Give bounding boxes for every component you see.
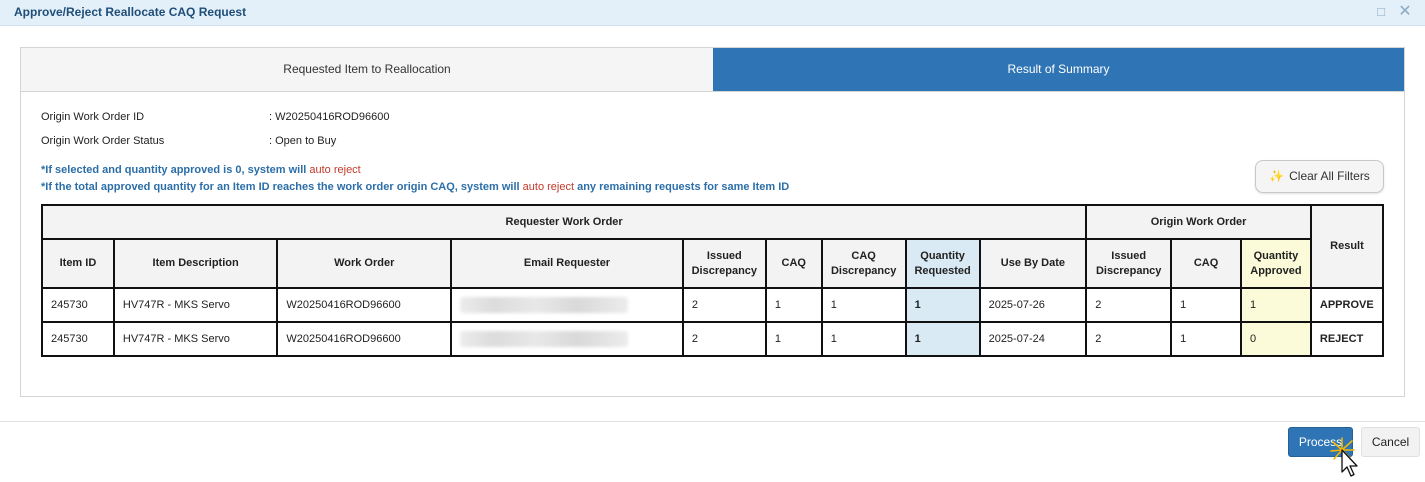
cell-caq-discrepancy: 1 bbox=[820, 321, 907, 357]
table-row: 245730 HV747R - MKS Servo W20250416ROD96… bbox=[41, 321, 1385, 357]
col-caq-discrepancy: CAQ Discrepancy bbox=[820, 238, 907, 289]
note1-text: *If selected and quantity approved is 0,… bbox=[41, 164, 310, 176]
dialog-titlebar: Approve/Reject Reallocate CAQ Request □ … bbox=[0, 0, 1425, 26]
col-use-by-date: Use By Date bbox=[978, 238, 1088, 289]
cell-email-requester bbox=[450, 321, 684, 357]
result-header: Result bbox=[1309, 204, 1385, 289]
cell-item-id: 245730 bbox=[41, 321, 115, 357]
clear-all-filters-label: Clear All Filters bbox=[1289, 169, 1370, 183]
origin-work-order-header: Origin Work Order bbox=[1085, 204, 1312, 240]
tab-result-summary[interactable]: Result of Summary bbox=[713, 48, 1404, 91]
col-quantity-requested: Quantity Requested bbox=[904, 238, 981, 289]
redacted-email bbox=[460, 297, 629, 313]
col-issued-discrepancy: Issued Discrepancy bbox=[681, 238, 767, 289]
origin-work-order-status-value: : Open to Buy bbox=[269, 135, 337, 147]
clear-all-filters-button[interactable]: ✨ Clear All Filters bbox=[1255, 160, 1384, 193]
cell-email-requester bbox=[450, 287, 684, 323]
reallocation-table: Requester Work Order Origin Work Order R… bbox=[40, 204, 1385, 357]
requester-work-order-header: Requester Work Order bbox=[40, 204, 1088, 240]
cell-result: APPROVE bbox=[1309, 287, 1385, 323]
note2-text: *If the total approved quantity for an I… bbox=[41, 181, 523, 193]
cell-quantity-requested: 1 bbox=[904, 321, 981, 357]
col-work-order: Work Order bbox=[276, 238, 453, 289]
cell-work-order: W20250416ROD96600 bbox=[276, 287, 453, 323]
cell-item-id: 245730 bbox=[41, 287, 115, 323]
cell-origin-issued-discrepancy: 2 bbox=[1085, 287, 1173, 323]
cell-caq: 1 bbox=[764, 287, 823, 323]
cell-quantity-approved[interactable]: 0 bbox=[1239, 321, 1312, 357]
cell-result: REJECT bbox=[1309, 321, 1385, 357]
cell-issued-discrepancy: 2 bbox=[681, 287, 767, 323]
dialog-title: Approve/Reject Reallocate CAQ Request bbox=[14, 5, 247, 19]
col-origin-caq: CAQ bbox=[1170, 238, 1242, 289]
cell-origin-caq: 1 bbox=[1170, 287, 1242, 323]
cell-item-description: HV747R - MKS Servo bbox=[112, 287, 279, 323]
col-origin-issued-discrepancy: Issued Discrepancy bbox=[1085, 238, 1173, 289]
col-item-description: Item Description bbox=[112, 238, 279, 289]
table-row: 245730 HV747R - MKS Servo W20250416ROD96… bbox=[41, 287, 1385, 323]
cell-quantity-requested: 1 bbox=[904, 287, 981, 323]
cell-origin-issued-discrepancy: 2 bbox=[1085, 321, 1173, 357]
redacted-email bbox=[460, 331, 629, 347]
close-icon[interactable]: ✕ bbox=[1396, 3, 1414, 21]
cell-item-description: HV747R - MKS Servo bbox=[112, 321, 279, 357]
cell-work-order: W20250416ROD96600 bbox=[276, 321, 453, 357]
reallocation-panel: Requested Item to Reallocation Result of… bbox=[20, 47, 1405, 397]
origin-work-order-status-label: Origin Work Order Status bbox=[41, 135, 165, 147]
note2-auto-reject: auto reject bbox=[522, 181, 575, 193]
cell-quantity-approved[interactable]: 1 bbox=[1239, 287, 1312, 323]
col-item-id: Item ID bbox=[41, 238, 115, 289]
maximize-icon[interactable]: □ bbox=[1372, 3, 1390, 21]
cell-caq-discrepancy: 1 bbox=[820, 287, 907, 323]
cell-issued-discrepancy: 2 bbox=[681, 321, 767, 357]
tab-requested-item[interactable]: Requested Item to Reallocation bbox=[21, 48, 713, 91]
cell-use-by-date: 2025-07-24 bbox=[978, 321, 1088, 357]
footer-divider bbox=[0, 421, 1425, 422]
origin-work-order-id-label: Origin Work Order ID bbox=[41, 111, 145, 123]
mouse-cursor-icon bbox=[1330, 437, 1358, 477]
note1-auto-reject: auto reject bbox=[309, 164, 361, 176]
cell-use-by-date: 2025-07-26 bbox=[978, 287, 1088, 323]
auto-reject-note-2: *If the total approved quantity for an I… bbox=[41, 181, 789, 193]
cell-origin-caq: 1 bbox=[1170, 321, 1242, 357]
col-caq: CAQ bbox=[764, 238, 823, 289]
origin-work-order-id-value: : W20250416ROD96600 bbox=[269, 111, 390, 123]
cancel-button[interactable]: Cancel bbox=[1361, 427, 1420, 457]
cell-caq: 1 bbox=[764, 321, 823, 357]
sparkle-icon: ✨ bbox=[1269, 169, 1285, 183]
auto-reject-note-1: *If selected and quantity approved is 0,… bbox=[41, 164, 361, 176]
table-group-header-row: Requester Work Order Origin Work Order R… bbox=[40, 204, 1385, 289]
table-column-header-row: Item ID Item Description Work Order Emai… bbox=[41, 238, 1383, 289]
note2-suffix: any remaining requests for same Item ID bbox=[574, 181, 790, 193]
col-quantity-approved: Quantity Approved bbox=[1239, 238, 1312, 289]
tab-bar: Requested Item to Reallocation Result of… bbox=[21, 48, 1404, 92]
col-email-requester: Email Requester bbox=[450, 238, 684, 289]
